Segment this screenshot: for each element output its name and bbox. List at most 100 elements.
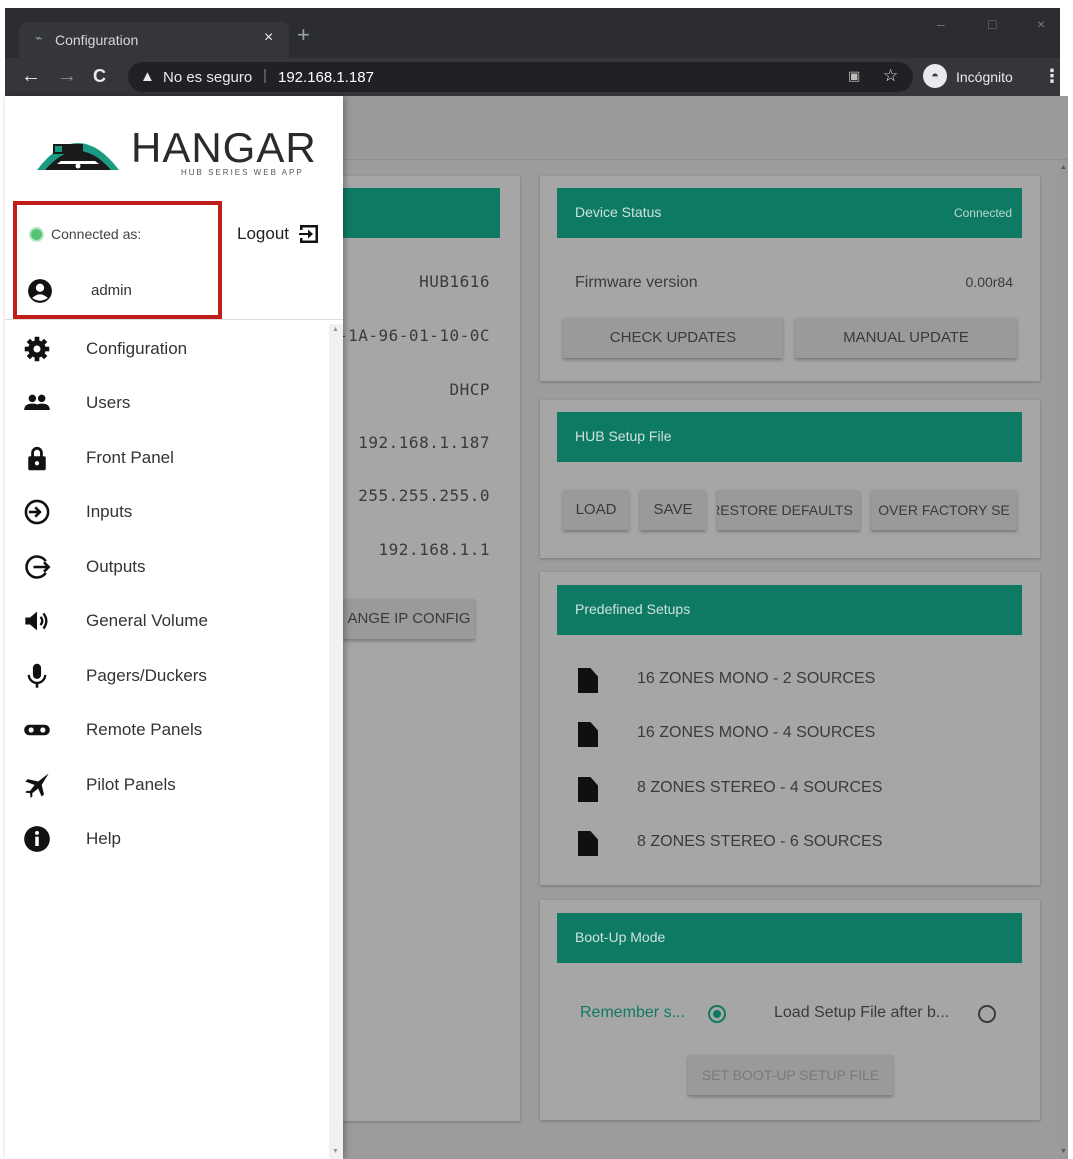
forward-icon[interactable]: → [57,64,77,88]
sidebar-item-label: Front Panel [86,448,174,467]
predefined-setup-label: 16 ZONES MONO - 4 SOURCES [637,724,876,741]
network-mode: DHCP [449,380,490,399]
scroll-up-icon[interactable]: ▲ [332,326,339,333]
predefined-setup-label: 8 ZONES STEREO - 4 SOURCES [637,779,883,796]
reload-icon[interactable]: C [93,64,106,88]
connected-as-label: Connected as: [51,226,142,242]
lock-icon [28,446,46,471]
sidebar-item-inputs[interactable]: Inputs [5,485,329,539]
scroll-up-icon[interactable]: ▲ [1060,164,1067,171]
volume-icon [25,611,48,631]
predefined-setup-label: 8 ZONES STEREO - 6 SOURCES [637,833,883,850]
sidebar-item-label: Pilot Panels [86,775,176,794]
hub-setup-card: HUB Setup File LOAD SAVE RESTORE DEFAULT… [540,400,1040,558]
sidebar-item-label: Remote Panels [86,720,203,739]
sidebar-item-label: Configuration [86,339,188,358]
sidebar-item-users[interactable]: Users [5,376,329,430]
bootup-mode-title: Boot-Up Mode [575,929,666,945]
url-text[interactable]: 192.168.1.187 [278,69,374,86]
input-icon [24,499,50,525]
minimize-icon[interactable]: – [937,16,945,32]
browser-titlebar: ⌁ Configuration × + – □ × [5,8,1060,58]
scroll-down-icon[interactable]: ▼ [1060,1148,1067,1155]
not-secure-warning-icon[interactable]: ▲ [140,68,155,85]
logout-icon[interactable] [297,222,321,246]
manual-update-button[interactable]: MANUAL UPDATE [795,318,1017,358]
bootup-mode-header: Boot-Up Mode [557,913,1022,963]
sidebar-item-label: Help [86,829,121,848]
network-gateway: 192.168.1.1 [378,540,490,559]
browser-menu-icon[interactable]: ⋮ [1043,66,1061,87]
tab-close-icon[interactable]: × [264,29,273,47]
load-setup-file-label[interactable]: Load Setup File after b... [774,1004,949,1022]
file-icon [578,668,598,693]
output-icon [25,555,51,579]
network-mask: 255.255.255.0 [358,486,490,505]
restore-defaults-button[interactable]: RESTORE DEFAULTS [717,490,860,530]
change-ip-config-button[interactable]: ANGE IP CONFIG [343,599,475,639]
load-button[interactable]: LOAD [563,490,629,530]
logo-wordmark: HANGAR [131,124,317,171]
sidebar-item-remote-panels[interactable]: Remote Panels [5,703,329,757]
remember-setup-radio[interactable] [708,1005,726,1023]
hangar-logo-icon [37,143,119,170]
window-close-icon[interactable]: × [1037,16,1045,32]
username: admin [91,282,132,299]
hub-setup-header: HUB Setup File [557,412,1022,462]
new-tab-icon[interactable]: + [297,24,310,46]
check-updates-button[interactable]: CHECK UPDATES [563,318,783,358]
tab-favicon-icon: ⌁ [35,31,43,45]
logo-tagline: HUB SERIES WEB APP [181,168,304,177]
scroll-down-icon[interactable]: ▼ [332,1148,339,1155]
hub-setup-title: HUB Setup File [575,428,672,444]
hangar-logo: HANGAR HUB SERIES WEB APP [35,124,325,177]
drawer-scrollbar[interactable]: ▲ ▼ [329,324,343,1159]
remote-panel-icon [24,724,50,736]
sidebar-item-label: Outputs [86,557,146,576]
save-button[interactable]: SAVE [640,490,706,530]
file-icon [578,777,598,802]
address-bar[interactable]: ▲ No es seguro | 192.168.1.187 ▣ ☆ [128,62,913,92]
maximize-icon[interactable]: □ [988,16,996,32]
browser-tab[interactable]: ⌁ Configuration × [19,22,289,58]
sidebar-item-front-panel[interactable]: Front Panel [5,431,329,485]
recover-factory-settings-button[interactable]: OVER FACTORY SE [871,490,1017,530]
device-status-title: Device Status [575,204,662,220]
sidebar-item-help[interactable]: Help [5,812,329,866]
page-scrollbar[interactable]: ▲ ▼ [1058,160,1068,1159]
translate-icon[interactable]: ▣ [848,68,860,84]
load-setup-file-radio[interactable] [978,1005,996,1023]
info-icon [24,826,50,852]
sidebar-item-label: Pagers/Duckers [86,666,207,685]
device-status-header: Device Status Connected [557,188,1022,238]
users-icon [24,394,50,410]
network-mac: -1A-96-01-10-0C [338,326,490,345]
sidebar-item-label: Users [86,393,131,412]
network-ip: 192.168.1.187 [358,433,490,452]
remember-setup-label[interactable]: Remember s... [580,1004,685,1022]
navigation-drawer: HANGAR HUB SERIES WEB APP Connected as: … [5,96,343,1159]
sidebar-item-pilot-panels[interactable]: Pilot Panels [5,758,329,812]
back-icon[interactable]: ← [21,64,41,88]
sidebar-item-outputs[interactable]: Outputs [5,540,329,594]
sidebar-item-pagers-duckers[interactable]: Pagers/Duckers [5,649,329,703]
predefined-setups-header: Predefined Setups [557,585,1022,635]
address-separator: | [263,67,267,84]
tab-title: Configuration [55,32,139,48]
predefined-setups-title: Predefined Setups [575,601,691,617]
sidebar-item-label: Inputs [86,502,133,521]
sidebar-item-configuration[interactable]: Configuration [5,322,329,376]
predefined-setup-label: 16 ZONES MONO - 2 SOURCES [637,670,876,687]
bookmark-star-icon[interactable]: ☆ [883,66,898,86]
set-bootup-setup-file-button[interactable]: SET BOOT-UP SETUP FILE [688,1055,893,1095]
file-icon [578,831,598,856]
jet-icon [25,773,49,798]
sidebar-item-general-volume[interactable]: General Volume [5,594,329,648]
incognito-badge[interactable]: ◓ Incógnito [923,64,1023,90]
network-model: HUB1616 [419,272,490,291]
security-status[interactable]: No es seguro [163,69,252,86]
incognito-label: Incógnito [956,69,1013,85]
device-status-card: Device Status Connected Firmware version… [540,176,1040,381]
logout-button[interactable]: Logout [237,224,289,244]
connected-status-icon [29,227,44,242]
